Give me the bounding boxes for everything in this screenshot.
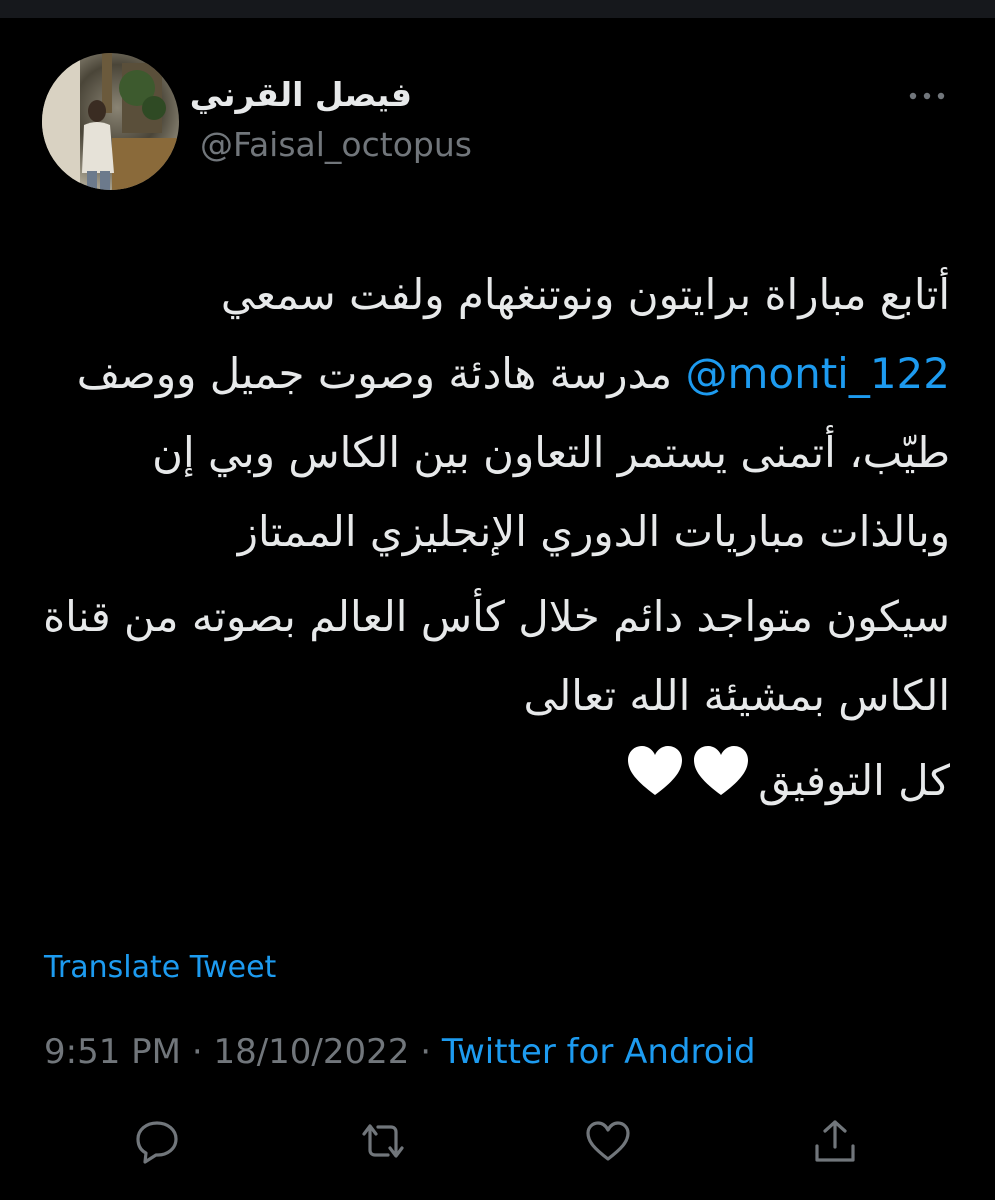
- avatar[interactable]: [42, 53, 179, 190]
- white-heart-emoji: [624, 743, 754, 824]
- tweet-source-link[interactable]: Twitter for Android: [442, 1032, 756, 1072]
- meta-separator: ·: [420, 1032, 432, 1072]
- like-icon[interactable]: [583, 1116, 633, 1166]
- user-handle[interactable]: @Faisal_octopus: [200, 123, 472, 167]
- retweet-icon[interactable]: [358, 1116, 408, 1166]
- display-name[interactable]: فيصل القرني: [190, 73, 412, 117]
- tweet-time: 9:51 PM: [44, 1032, 181, 1072]
- tweet-meta: 9:51 PM · 18/10/2022 · Twitter for Andro…: [44, 1030, 756, 1074]
- mention-link[interactable]: @monti_122: [685, 349, 950, 398]
- meta-separator: ·: [191, 1032, 203, 1072]
- translate-tweet-link[interactable]: Translate Tweet: [44, 948, 276, 988]
- tweet-paragraph-2: سيكون متواجد دائم خلال كأس العالم بصوته …: [43, 592, 950, 720]
- tweet-text-part: كل التوفيق: [758, 756, 950, 805]
- tweet-date: 18/10/2022: [213, 1032, 410, 1072]
- more-icon[interactable]: [904, 84, 950, 108]
- tweet-paragraph-3: كل التوفيق: [40, 741, 950, 824]
- tweet-text-part: أتابع مباراة برايتون ونوتنغهام ولفت سمعي: [220, 270, 950, 319]
- tweet-paragraph-1: أتابع مباراة برايتون ونوتنغهام ولفت سمعي…: [40, 255, 950, 571]
- share-icon[interactable]: [810, 1116, 860, 1166]
- top-bar: [0, 0, 995, 18]
- tweet-text: أتابع مباراة برايتون ونوتنغهام ولفت سمعي…: [40, 255, 950, 824]
- reply-icon[interactable]: [132, 1116, 182, 1166]
